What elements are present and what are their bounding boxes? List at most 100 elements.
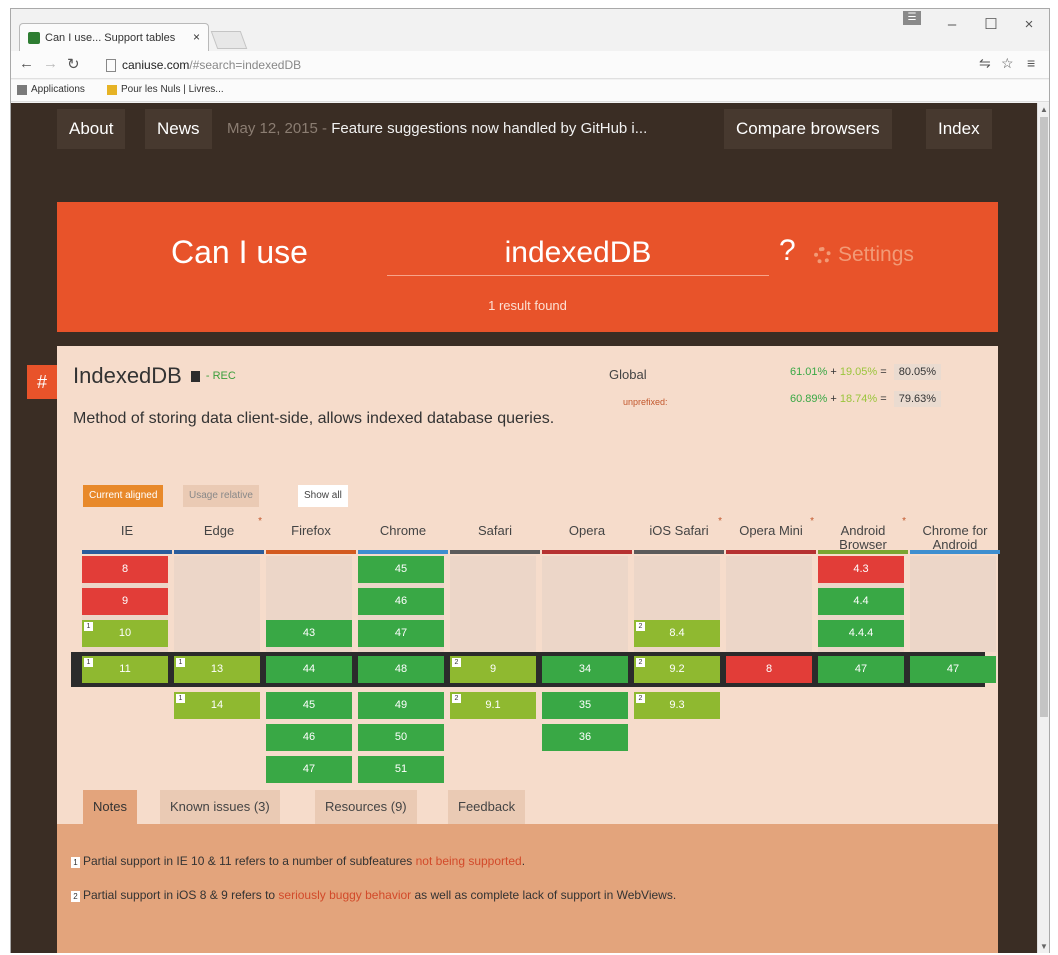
news-ticker[interactable]: May 12, 2015 - Feature suggestions now h… [227,109,647,149]
version-cell[interactable]: 47 [266,756,352,783]
version-cell[interactable]: 1 10 [82,620,168,647]
version-cell[interactable]: 4.3 [818,556,904,583]
nav-index[interactable]: Index [926,109,992,149]
tab-title: Can I use... Support tables [45,31,176,44]
tab-resources[interactable]: Resources (9) [315,790,417,824]
version-number: 8 [121,563,129,575]
version-cell[interactable]: 1 11 [82,656,168,683]
bookmarks-bar: Applications Pour les Nuls | Livres... [11,80,1049,102]
equals-sign: = [880,393,887,405]
nav-news[interactable]: News [145,109,212,149]
version-number: 49 [394,699,408,711]
version-cell[interactable]: 2 8.4 [634,620,720,647]
usage-relative-toggle[interactable]: Usage relative [183,485,259,507]
version-cell[interactable]: 1 14 [174,692,260,719]
browser-header[interactable]: Opera [542,521,632,554]
version-cell[interactable]: 48 [358,656,444,683]
version-number: 50 [394,731,408,743]
version-cell[interactable]: 1 13 [174,656,260,683]
version-cell[interactable]: 29 [450,656,536,683]
browser-header[interactable]: Firefox [266,521,356,554]
unprefixed-usage-values: 60.89% + 18.74% = 79.63% [790,391,942,407]
version-cell[interactable]: 8 [726,656,812,683]
tab-feedback[interactable]: Feedback [448,790,526,824]
address-bar[interactable]: caniuse.com /#search=indexedDB [106,55,966,75]
translate-icon[interactable]: ⇋ [979,55,991,72]
version-cell[interactable]: 2 9.1 [450,692,536,719]
bookmark-livres[interactable]: Pour les Nuls | Livres... [107,84,224,95]
reload-icon[interactable]: ↻ [67,55,80,73]
browser-tab[interactable]: Can I use... Support tables × [19,23,209,51]
version-cell[interactable]: 46 [358,588,444,615]
close-window-button[interactable]: × [1013,11,1045,39]
user-profile-icon[interactable]: ☰ [903,11,921,25]
version-cell[interactable]: 46 [266,724,352,751]
version-cell[interactable]: 47 [910,656,996,683]
browser-header[interactable]: IE [82,521,172,554]
scrollbar[interactable]: ▲ ▼ [1037,103,1049,953]
tab-close-icon[interactable]: × [193,30,200,44]
feature-title: IndexedDB [73,363,182,388]
note-link[interactable]: seriously buggy behavior [278,888,411,902]
version-cell[interactable]: 44 [266,656,352,683]
version-cell[interactable]: 36 [542,724,628,751]
nav-compare-browsers[interactable]: Compare browsers [724,109,892,149]
version-cell[interactable]: 47 [818,656,904,683]
tab-known-issues[interactable]: Known issues (3) [160,790,280,824]
browser-header[interactable]: Chrome [358,521,448,554]
browser-header[interactable]: Edge * [174,516,264,554]
version-cell[interactable]: 43 [266,620,352,647]
version-number: 47 [302,763,316,775]
browser-header[interactable]: iOS Safari * [634,516,724,554]
tab-notes[interactable]: Notes [83,790,137,824]
browser-header[interactable]: Chrome for Android [910,521,1000,554]
feature-anchor-link[interactable]: # [27,365,57,399]
browser-color-bar [358,550,448,554]
version-cell[interactable]: 45 [266,692,352,719]
version-cell[interactable]: 9 [82,588,168,615]
search-input[interactable]: indexedDB [387,230,769,276]
version-number: 47 [946,663,960,675]
scroll-up-icon[interactable]: ▲ [1040,105,1048,114]
version-cell[interactable]: 2 9.2 [634,656,720,683]
scroll-down-icon[interactable]: ▼ [1040,942,1048,951]
version-number: 34 [578,663,592,675]
current-aligned-toggle[interactable]: Current aligned [83,485,164,507]
settings-button[interactable]: Settings [814,243,914,267]
show-all-button[interactable]: Show all [298,485,348,507]
version-cell[interactable]: 2 9.3 [634,692,720,719]
browser-header[interactable]: Android Browser * [818,516,908,554]
scrollbar-thumb[interactable] [1040,117,1048,717]
results-count: 1 result found [488,298,567,313]
maximize-button[interactable]: ☐ [975,11,1007,39]
browser-header[interactable]: Opera Mini * [726,516,816,554]
version-cell[interactable]: 35 [542,692,628,719]
notes-asterisk-icon: * [810,516,814,527]
browser-name: iOS Safari [649,523,709,538]
spec-document-icon[interactable] [190,370,200,382]
browser-header[interactable]: Safari [450,521,540,554]
version-cell[interactable]: 49 [358,692,444,719]
forward-arrow-icon[interactable]: → [43,55,58,72]
nav-about[interactable]: About [57,109,126,149]
bookmark-star-icon[interactable]: ☆ [1001,55,1014,72]
version-number: 47 [854,663,868,675]
version-cell[interactable]: 4.4.4 [818,620,904,647]
version-cell[interactable]: 50 [358,724,444,751]
minimize-button[interactable]: – [936,11,968,39]
search-prefix: Can I use [171,234,308,270]
menu-icon[interactable]: ≡ [1027,55,1035,71]
bookmark-applications[interactable]: Applications [17,84,85,95]
version-cell[interactable]: 34 [542,656,628,683]
version-cell[interactable]: 45 [358,556,444,583]
version-cell[interactable]: 4.4 [818,588,904,615]
version-cell[interactable]: 47 [358,620,444,647]
version-number: 43 [302,627,316,639]
new-tab-button[interactable] [210,31,248,49]
spec-status[interactable]: - REC [206,370,236,382]
version-cell[interactable]: 51 [358,756,444,783]
version-cell[interactable]: 8 [82,556,168,583]
version-number: 13 [210,663,224,675]
back-arrow-icon[interactable]: ← [19,55,34,72]
note-link[interactable]: not being supported [416,854,522,868]
